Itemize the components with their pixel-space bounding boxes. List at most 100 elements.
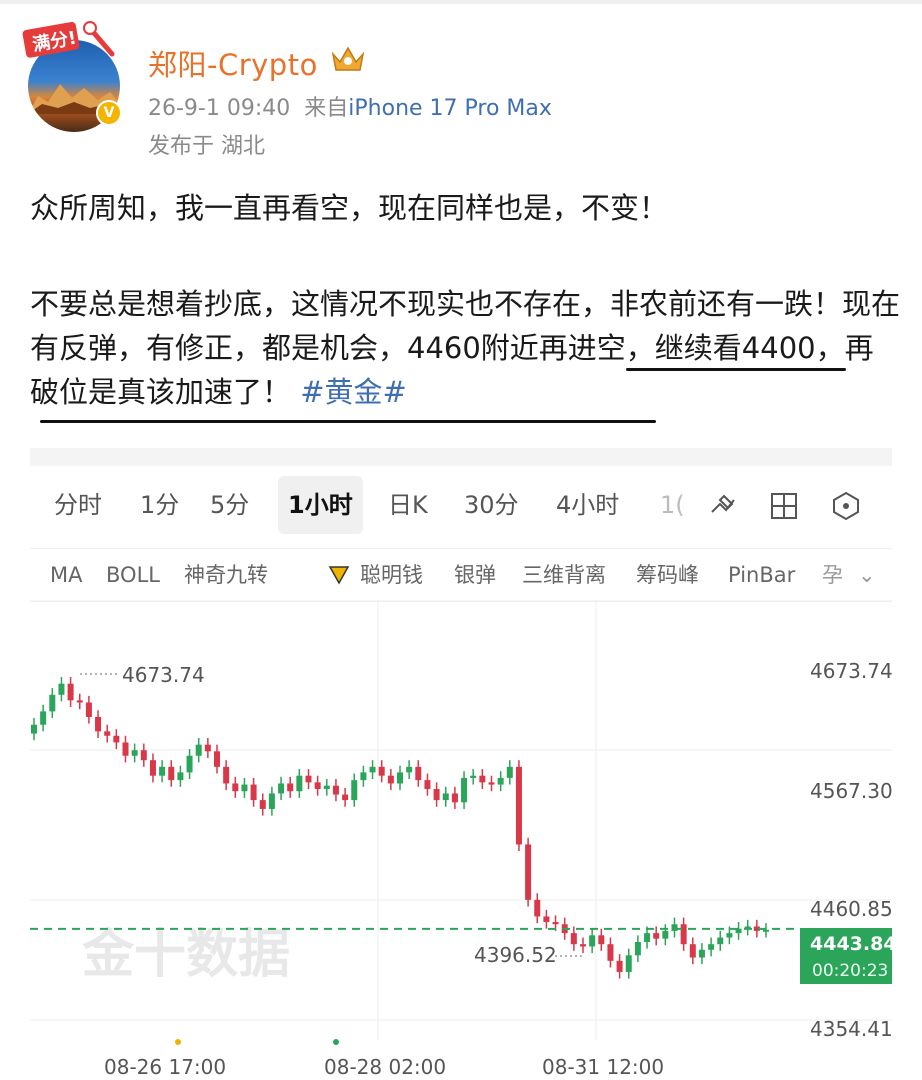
- candle-body: [653, 933, 660, 939]
- candle-body: [534, 899, 541, 917]
- candle-body: [415, 766, 422, 781]
- candle-body: [323, 785, 330, 790]
- candle-body: [159, 766, 166, 776]
- draw-line-icon[interactable]: [706, 490, 738, 522]
- candle-body: [360, 772, 367, 781]
- price-label-4: 4354.41: [810, 1017, 892, 1041]
- candle-body: [278, 783, 285, 794]
- candle-body: [67, 683, 74, 701]
- candle-body: [698, 949, 705, 958]
- candle-body: [424, 780, 431, 790]
- candle-body: [671, 924, 678, 931]
- candle-body: [31, 724, 37, 734]
- candle-body: [488, 782, 495, 785]
- event-dot: [175, 1039, 181, 1045]
- candle-body: [177, 772, 184, 781]
- candle-body: [95, 716, 102, 732]
- candle-body: [515, 766, 522, 845]
- candle-body: [406, 766, 413, 773]
- candle-body: [607, 944, 614, 961]
- tab-1hour[interactable]: 1小时: [278, 476, 363, 534]
- post-paragraph-1: 众所周知，我一直再看空，现在同样也是，不变！: [30, 191, 669, 225]
- candle-body: [598, 935, 605, 945]
- candle-body: [149, 760, 156, 776]
- candle-body: [195, 744, 202, 756]
- indicator-ma[interactable]: MA: [50, 549, 82, 601]
- candle-body: [40, 711, 47, 725]
- tab-daily[interactable]: 日K: [388, 476, 428, 534]
- candle-body: [442, 793, 449, 801]
- candle-body: [314, 782, 321, 790]
- avatar-badge-icon: 满分!: [22, 21, 115, 58]
- candle-body: [580, 944, 586, 947]
- candle-body: [241, 784, 248, 792]
- candle-body: [296, 775, 303, 792]
- candle-body: [332, 785, 339, 795]
- hashtag-link[interactable]: #黄金#: [300, 375, 407, 409]
- tab-fenshi[interactable]: 分时: [54, 476, 102, 534]
- layout-grid-icon[interactable]: [768, 490, 800, 522]
- indicator-more[interactable]: 孕: [822, 549, 843, 601]
- price-label-2: 4567.30: [810, 779, 892, 803]
- post-meta: 26-9-1 09:40 来自iPhone 17 Pro Max: [148, 90, 552, 122]
- tab-5min[interactable]: 5分: [210, 476, 249, 534]
- candle-body: [589, 935, 596, 947]
- countdown-timer: 00:20:23: [812, 961, 888, 981]
- crown-icon: [331, 46, 365, 71]
- card-top-strip: [30, 448, 892, 466]
- tab-1min[interactable]: 1分: [140, 476, 179, 534]
- indicator-pinbar[interactable]: PinBar: [728, 549, 795, 601]
- candle-body: [497, 777, 504, 785]
- candle-body: [104, 731, 111, 736]
- username[interactable]: 郑阳-Crypto: [148, 42, 318, 84]
- candle-body: [680, 924, 687, 945]
- post-location: 发布于 湖北: [148, 134, 265, 159]
- candle-body: [186, 755, 193, 773]
- indicator-divergence[interactable]: 三维背离: [522, 549, 606, 601]
- tab-4hour[interactable]: 4小时: [556, 476, 619, 534]
- candle-body: [634, 941, 641, 956]
- candle-body: [259, 800, 266, 809]
- candle-body: [461, 777, 468, 803]
- candle-body: [113, 735, 120, 743]
- candle-body: [378, 766, 385, 776]
- candle-body: [616, 960, 623, 972]
- tab-30min[interactable]: 30分: [464, 476, 519, 534]
- candle-body: [570, 933, 577, 945]
- candle-body: [433, 789, 440, 801]
- candle-body: [506, 766, 513, 778]
- candle-body: [470, 775, 477, 778]
- candle-body: [250, 784, 257, 801]
- tab-more[interactable]: 1(: [660, 476, 685, 534]
- chart-card[interactable]: 分时 1分 5分 1小时 日K 30分 4小时 1( MA BOLL 神奇九转 …: [30, 448, 892, 1080]
- candle-body: [204, 744, 211, 752]
- candle-body: [369, 766, 376, 773]
- candle-body: [232, 783, 239, 792]
- indicator-jiuzhuan[interactable]: 神奇九转: [184, 549, 268, 601]
- candle-body: [552, 922, 559, 925]
- candle-body: [397, 772, 403, 784]
- chevron-down-icon[interactable]: ⌄: [858, 549, 876, 601]
- device-link[interactable]: iPhone 17 Pro Max: [348, 96, 552, 121]
- indicator-boll[interactable]: BOLL: [106, 549, 160, 601]
- indicator-chip-peak[interactable]: 筹码峰: [636, 549, 699, 601]
- hand-underline: [40, 420, 656, 423]
- indicator-silver-bullet[interactable]: 银弹: [454, 549, 496, 601]
- candle-body: [351, 780, 358, 801]
- candlestick-chart[interactable]: 金十数据 4673.74 4396.52 4673.74 4567.30 446…: [30, 600, 892, 1080]
- candle-body: [763, 929, 769, 932]
- candle-body: [268, 793, 275, 809]
- candle-body: [717, 937, 724, 945]
- settings-hexagon-icon[interactable]: [830, 490, 862, 522]
- event-dot: [333, 1039, 339, 1045]
- candle-body: [49, 694, 56, 712]
- candle-body: [287, 783, 294, 792]
- verified-badge-icon: V: [96, 100, 122, 126]
- candle-body: [214, 751, 220, 767]
- indicator-smart-money[interactable]: 聪明钱: [360, 549, 423, 601]
- candle-body: [708, 944, 715, 950]
- candle-body: [625, 955, 632, 972]
- candle-body: [168, 766, 175, 781]
- x-label-1: 08-26 17:00: [104, 1055, 226, 1079]
- candle-body: [76, 700, 83, 703]
